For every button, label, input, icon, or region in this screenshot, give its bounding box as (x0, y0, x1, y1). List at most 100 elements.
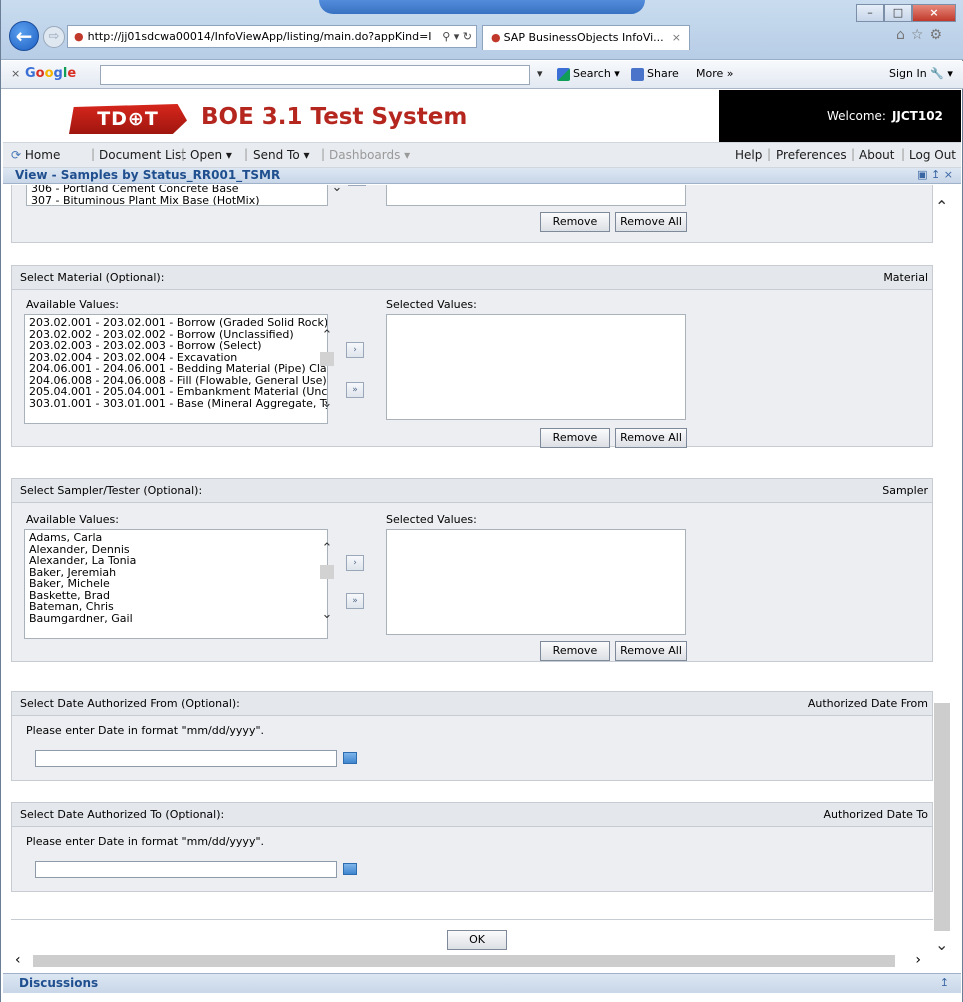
list-scroll-thumb[interactable] (320, 565, 334, 579)
nav-divider: | (901, 147, 906, 161)
search-icon (557, 67, 570, 81)
url-text: http://jj01sdcwa00014/InfoViewApp/listin… (87, 30, 432, 43)
nav-dashboards[interactable]: Dashboards ▾ (329, 148, 410, 162)
scroll-up-icon[interactable]: ⌃ (320, 541, 334, 556)
list-item[interactable]: 204.06.001 - 204.06.001 - Bedding Materi… (29, 363, 327, 375)
remove-all-button[interactable]: Remove All (615, 428, 687, 448)
toolbar-close-icon[interactable]: × (11, 67, 20, 80)
nav-preferences[interactable]: Preferences (776, 148, 847, 162)
nav-help[interactable]: Help (735, 148, 762, 162)
selected-values-list[interactable] (386, 529, 686, 635)
date-to-panel: Select Date Authorized To (Optional): Aut… (11, 802, 933, 892)
scroll-down-icon[interactable]: ⌄ (320, 607, 334, 622)
date-to-input[interactable] (35, 861, 337, 878)
list-item[interactable]: Baumgardner, Gail (29, 612, 323, 625)
nav-document-list[interactable]: Document List (99, 148, 186, 162)
nav-about[interactable]: About (859, 148, 894, 162)
discussions-bar[interactable]: Discussions ↥ (3, 973, 961, 993)
home-icon: ⟳ (11, 148, 22, 162)
welcome-label: Welcome: (827, 109, 886, 123)
panel-header-label: Select Sampler/Tester (Optional): (20, 484, 203, 497)
calendar-icon[interactable] (343, 863, 357, 875)
scroll-left-icon[interactable]: ‹ (15, 952, 21, 968)
horizontal-scrollbar[interactable]: ‹ › (11, 952, 951, 970)
toolbar-icons[interactable]: ⌂☆⚙ (896, 27, 948, 43)
tab-favicon-icon: ● (491, 31, 501, 44)
google-search-button[interactable]: Search ▾ (557, 67, 620, 81)
list-item[interactable]: 307 - Bituminous Plant Mix Base (HotMix) (31, 194, 323, 205)
more-button[interactable]: More » (696, 67, 734, 80)
remove-button[interactable]: Remove (540, 212, 610, 232)
maximize-button[interactable]: □ (884, 4, 912, 22)
list-item[interactable]: 303.01.001 - 303.01.001 - Base (Mineral … (29, 397, 327, 410)
nav-divider: | (91, 147, 96, 161)
scroll-right-icon[interactable]: › (915, 952, 921, 968)
date-from-panel: Select Date Authorized From (Optional): A… (11, 691, 933, 781)
selected-list-top[interactable] (386, 185, 686, 206)
remove-all-button[interactable]: Remove All (615, 641, 687, 661)
list-item[interactable]: 203.02.001 - 203.02.001 - Borrow (Graded… (29, 317, 327, 329)
panel-header-label: Select Date Authorized To (Optional): (20, 808, 225, 821)
panel-header: Select Material (Optional): Material (12, 266, 932, 290)
tdot-logo: TD⊕T (69, 104, 187, 134)
nav-divider: | (244, 147, 249, 161)
scroll-down-icon[interactable]: ⌄ (320, 396, 334, 411)
available-values-label: Available Values: (26, 298, 119, 311)
welcome-banner: Welcome: JJCT102 (719, 90, 961, 142)
scroll-down-icon[interactable]: ⌄ (330, 185, 344, 195)
selected-values-list[interactable] (386, 314, 686, 420)
available-values-list[interactable]: Adams, Carla Alexander, Dennis Alexander… (24, 529, 328, 639)
scroll-thumb[interactable] (934, 703, 950, 931)
list-item[interactable]: Baker, Michele (29, 578, 323, 590)
google-toolbar: × Google ▾ Search ▾ Share More » Sign In… (1, 61, 963, 89)
minimize-button[interactable]: – (856, 4, 884, 22)
date-from-input[interactable] (35, 750, 337, 767)
back-button[interactable]: ← (9, 21, 39, 51)
list-scroll-thumb[interactable] (320, 352, 334, 366)
title-glass (319, 0, 645, 14)
list-item[interactable]: Adams, Carla (29, 532, 323, 544)
address-controls-icon[interactable]: ⚲ ▾ ↻ (442, 26, 472, 47)
list-item[interactable]: 203.02.003 - 203.02.003 - Borrow (Select… (29, 340, 323, 352)
nav-log-out[interactable]: Log Out (909, 148, 956, 162)
remove-button[interactable]: Remove (540, 641, 610, 661)
close-window-button[interactable]: × (912, 4, 956, 22)
add-all-button[interactable]: » (346, 382, 364, 398)
pin-icon[interactable]: ↥ (940, 976, 949, 989)
nav-open[interactable]: Open ▾ (190, 148, 232, 162)
add-selected-button[interactable]: › (346, 342, 364, 358)
sign-in-label: Sign In (889, 67, 927, 80)
scroll-up-icon[interactable]: ⌃ (320, 328, 334, 343)
view-title-bar: View - Samples by Status_RR001_TSMR ▣ ↥ … (3, 168, 961, 184)
share-button[interactable]: Share (631, 67, 679, 81)
tab-close-icon[interactable]: × (672, 26, 681, 49)
prompt-content: 306 - Portland Cement Concrete Base 307 … (11, 185, 933, 955)
scroll-thumb[interactable] (33, 955, 895, 967)
view-controls-icon[interactable]: ▣ ↥ × (917, 168, 953, 181)
google-search-input[interactable] (100, 65, 530, 85)
list-item[interactable]: 205.04.001 - 205.04.001 - Embankment Mat… (29, 386, 327, 398)
remove-button[interactable]: Remove (540, 428, 610, 448)
nav-home[interactable]: ⟳ Home (11, 148, 60, 162)
add-button[interactable] (348, 185, 366, 186)
scroll-up-icon[interactable]: ⌃ (935, 197, 948, 216)
add-selected-button[interactable]: › (346, 555, 364, 571)
vertical-scrollbar[interactable]: ⌃ ⌄ (933, 185, 951, 955)
nav-send-to[interactable]: Send To ▾ (253, 148, 310, 162)
sign-in-button[interactable]: Sign In 🔧 ▾ (889, 67, 953, 80)
remove-all-button[interactable]: Remove All (615, 212, 687, 232)
panel-header: Select Date Authorized To (Optional): Aut… (12, 803, 932, 827)
panel-header: Select Sampler/Tester (Optional): Sampler (12, 479, 932, 503)
calendar-icon[interactable] (343, 752, 357, 764)
list-item[interactable]: Alexander, La Tonia (29, 555, 323, 567)
search-dropdown-icon[interactable]: ▾ (537, 67, 543, 80)
forward-button[interactable]: ⇨ (43, 26, 65, 48)
available-values-list[interactable]: 203.02.001 - 203.02.001 - Borrow (Graded… (24, 314, 328, 424)
address-bar[interactable]: ● http://jj01sdcwa00014/InfoViewApp/listi… (67, 25, 477, 48)
ok-button[interactable]: OK (447, 930, 507, 950)
user-name: JJCT102 (891, 109, 943, 123)
list-item[interactable]: Bateman, Chris (29, 601, 323, 613)
available-list-top[interactable]: 306 - Portland Cement Concrete Base 307 … (26, 185, 328, 206)
add-all-button[interactable]: » (346, 593, 364, 609)
browser-tab[interactable]: ● SAP BusinessObjects InfoVi... × (482, 25, 690, 50)
